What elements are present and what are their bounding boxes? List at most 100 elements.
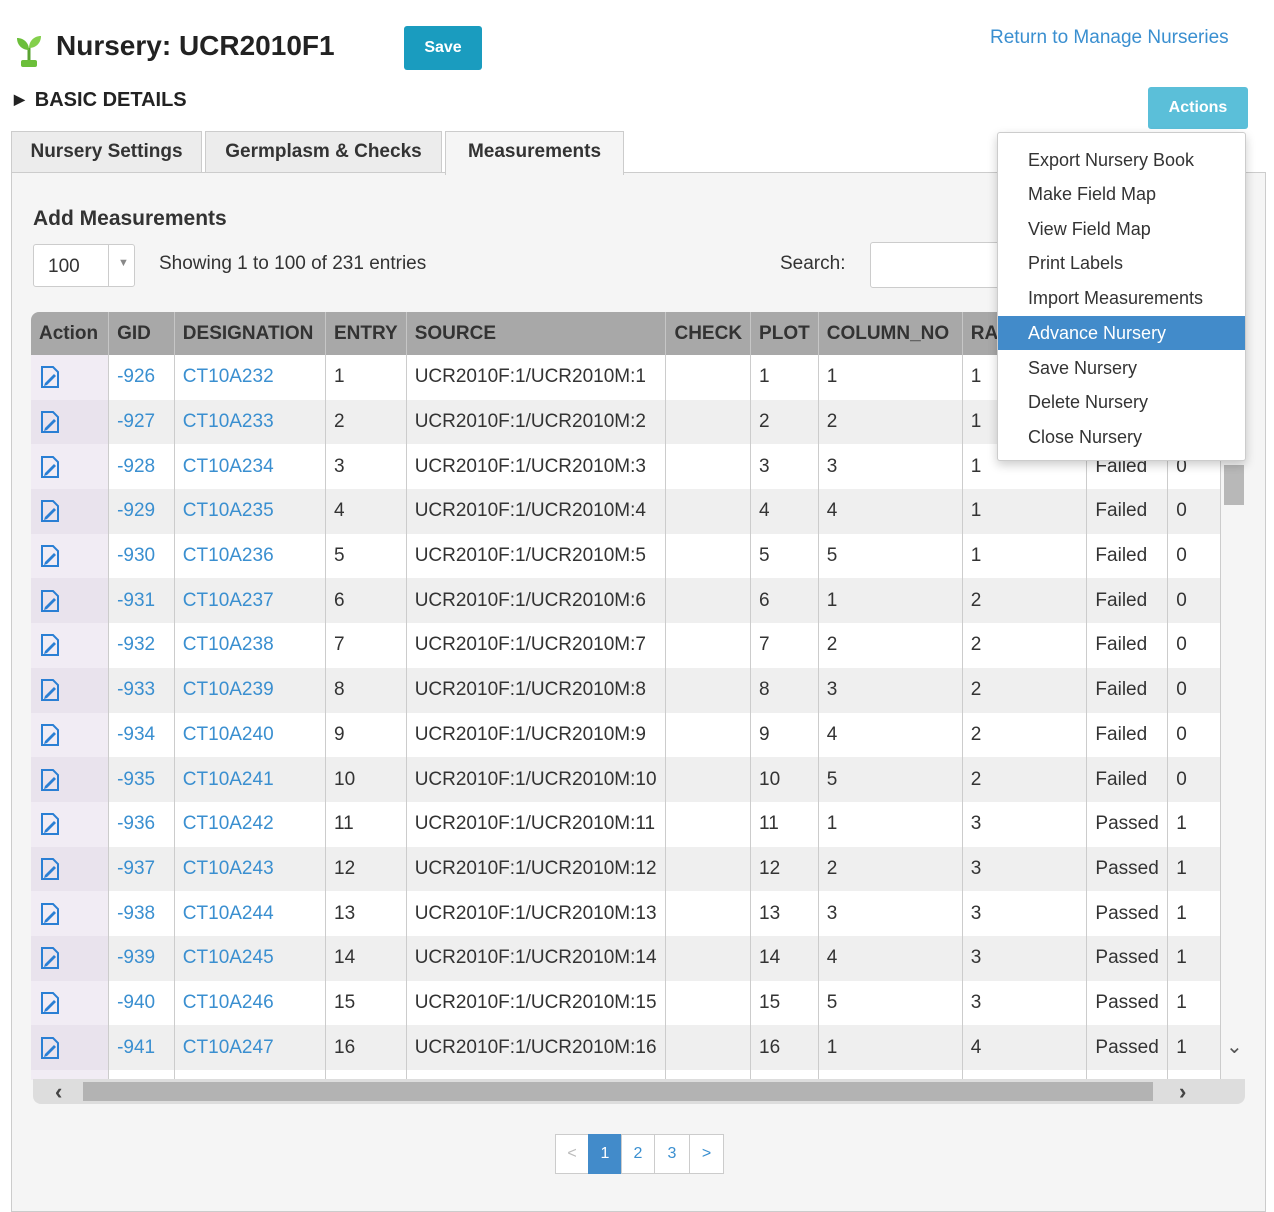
table-cell: 12 (325, 846, 407, 892)
vertical-scrollbar[interactable] (1222, 355, 1246, 1077)
scroll-down-chevron-icon[interactable]: ⌄ (1226, 1034, 1243, 1059)
table-cell: Passed (1086, 846, 1169, 892)
designation-link[interactable]: CT10A235 (174, 489, 327, 534)
chevron-down-icon: ▼ (118, 257, 129, 269)
table-cell (665, 623, 752, 668)
gid-link[interactable]: -935 (108, 757, 175, 802)
menu-item-view-field-map[interactable]: View Field Map (998, 212, 1245, 246)
gid-link[interactable]: -934 (108, 712, 175, 758)
edit-row-icon[interactable] (31, 935, 110, 981)
gid-link[interactable]: -939 (108, 935, 175, 981)
gid-link[interactable]: -932 (108, 623, 175, 668)
designation-link[interactable]: CT10A237 (174, 578, 327, 624)
pagination-next[interactable]: > (689, 1134, 724, 1174)
table-cell: 10 (325, 757, 407, 802)
edit-row-icon[interactable] (31, 980, 110, 1026)
table-cell (665, 757, 752, 802)
edit-row-icon[interactable] (31, 757, 110, 802)
designation-link[interactable]: CT10A240 (174, 712, 327, 758)
table-cell: 1 (1167, 891, 1221, 936)
menu-item-import-measurements[interactable]: Import Measurements (998, 281, 1245, 315)
edit-row-icon[interactable] (31, 801, 110, 847)
edit-row-icon[interactable] (31, 712, 110, 758)
gid-link[interactable]: -927 (108, 399, 175, 445)
scroll-right-icon[interactable]: › (1179, 1079, 1186, 1105)
edit-row-icon[interactable] (31, 444, 110, 490)
menu-item-export-nursery-book[interactable]: Export Nursery Book (998, 143, 1245, 177)
gid-link[interactable]: -928 (108, 444, 175, 490)
return-to-manage-nurseries-link[interactable]: Return to Manage Nurseries (990, 27, 1229, 49)
designation-link[interactable]: CT10A245 (174, 935, 327, 981)
gid-link[interactable]: -926 (108, 355, 175, 400)
designation-link[interactable]: CT10A243 (174, 846, 327, 892)
pagination-page-3[interactable]: 3 (654, 1134, 690, 1174)
designation-link[interactable]: CT10A233 (174, 399, 327, 445)
column-header[interactable]: Action (31, 312, 110, 355)
designation-link[interactable]: CT10A246 (174, 980, 327, 1026)
designation-link[interactable]: CT10A236 (174, 533, 327, 579)
edit-row-icon[interactable] (31, 533, 110, 579)
edit-row-icon[interactable] (31, 355, 110, 400)
edit-row-icon[interactable] (31, 623, 110, 668)
column-header[interactable]: CHECK (665, 312, 752, 355)
table-cell: 3 (962, 801, 1088, 847)
table-cell: 1 (750, 355, 819, 400)
column-header[interactable]: PLOT (750, 312, 819, 355)
pagination-prev[interactable]: < (555, 1134, 589, 1174)
column-header[interactable]: COLUMN_NO (818, 312, 963, 355)
edit-row-icon[interactable] (31, 1025, 110, 1070)
designation-link[interactable]: CT10A241 (174, 757, 327, 802)
pagination-page-1[interactable]: 1 (588, 1134, 622, 1174)
vertical-scroll-thumb[interactable] (1224, 465, 1244, 505)
menu-item-save-nursery[interactable]: Save Nursery (998, 351, 1245, 385)
gid-link[interactable]: -940 (108, 980, 175, 1026)
edit-row-icon[interactable] (31, 578, 110, 624)
designation-link[interactable]: CT10A242 (174, 801, 327, 847)
designation-link[interactable]: CT10A238 (174, 623, 327, 668)
edit-row-icon[interactable] (31, 846, 110, 892)
gid-link[interactable]: -933 (108, 667, 175, 713)
designation-link[interactable]: CT10A232 (174, 355, 327, 400)
entries-info: Showing 1 to 100 of 231 entries (159, 253, 427, 274)
page-length-select[interactable]: 100 ▼ (33, 244, 135, 287)
gid-link[interactable]: -937 (108, 846, 175, 892)
tab-measurements[interactable]: Measurements (445, 131, 624, 175)
designation-link[interactable]: CT10A234 (174, 444, 327, 490)
column-header[interactable]: GID (108, 312, 175, 355)
table-cell (665, 801, 752, 847)
table-row: -941 CT10A247 16 UCR2010F:1/UCR2010M:16 16 1 4… (31, 1025, 1221, 1070)
gid-link[interactable]: -929 (108, 489, 175, 534)
designation-link[interactable]: CT10A247 (174, 1025, 327, 1070)
tab-germplasm-checks[interactable]: Germplasm & Checks (205, 131, 442, 173)
table-cell: 0 (1167, 578, 1221, 624)
horizontal-scroll-thumb[interactable] (83, 1082, 1153, 1101)
pagination-page-2[interactable]: 2 (621, 1134, 655, 1174)
gid-link[interactable]: -936 (108, 801, 175, 847)
menu-item-advance-nursery[interactable]: Advance Nursery (998, 316, 1245, 350)
gid-link[interactable]: -931 (108, 578, 175, 624)
column-header[interactable]: DESIGNATION (174, 312, 327, 355)
menu-item-delete-nursery[interactable]: Delete Nursery (998, 385, 1245, 419)
menu-item-close-nursery[interactable]: Close Nursery (998, 420, 1245, 454)
scroll-left-icon[interactable]: ‹ (55, 1079, 62, 1105)
basic-details-toggle[interactable]: ▶ BASIC DETAILS (14, 89, 187, 112)
table-row: -929 CT10A235 4 UCR2010F:1/UCR2010M:4 4 4 1 Fai… (31, 489, 1221, 534)
designation-link[interactable]: CT10A244 (174, 891, 327, 936)
table-cell: 1 (962, 533, 1088, 579)
tab-nursery-settings[interactable]: Nursery Settings (11, 131, 202, 173)
designation-link[interactable]: CT10A239 (174, 667, 327, 713)
gid-link[interactable]: -941 (108, 1025, 175, 1070)
edit-row-icon[interactable] (31, 891, 110, 936)
edit-row-icon[interactable] (31, 667, 110, 713)
save-button[interactable]: Save (404, 26, 482, 70)
edit-row-icon[interactable] (31, 399, 110, 445)
actions-button[interactable]: Actions (1148, 87, 1248, 129)
horizontal-scrollbar[interactable]: ‹ › (33, 1079, 1245, 1104)
menu-item-print-labels[interactable]: Print Labels (998, 246, 1245, 280)
edit-row-icon[interactable] (31, 489, 110, 534)
column-header[interactable]: ENTRY (325, 312, 407, 355)
column-header[interactable]: SOURCE (406, 312, 667, 355)
gid-link[interactable]: -938 (108, 891, 175, 936)
menu-item-make-field-map[interactable]: Make Field Map (998, 177, 1245, 211)
gid-link[interactable]: -930 (108, 533, 175, 579)
